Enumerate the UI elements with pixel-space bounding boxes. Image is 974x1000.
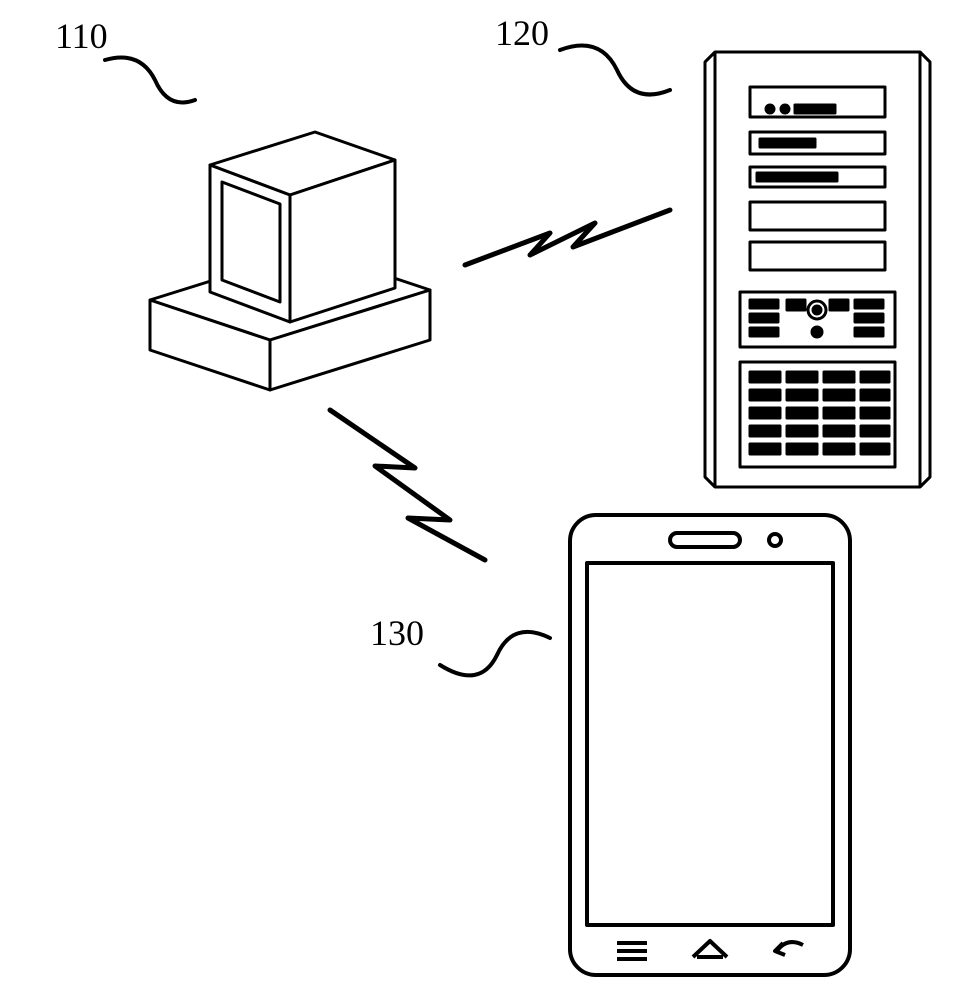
label-110: 110 bbox=[55, 15, 108, 57]
leader-130 bbox=[435, 620, 555, 700]
smartphone-icon bbox=[555, 505, 865, 985]
wireless-link-computer-phone bbox=[300, 400, 500, 570]
label-130: 130 bbox=[370, 612, 424, 654]
label-120: 120 bbox=[495, 12, 549, 54]
computer-icon bbox=[110, 90, 460, 410]
server-icon bbox=[695, 32, 945, 502]
wireless-link-computer-server bbox=[455, 195, 685, 305]
leader-120 bbox=[555, 40, 675, 110]
diagram-canvas: 110 120 130 bbox=[0, 0, 974, 1000]
